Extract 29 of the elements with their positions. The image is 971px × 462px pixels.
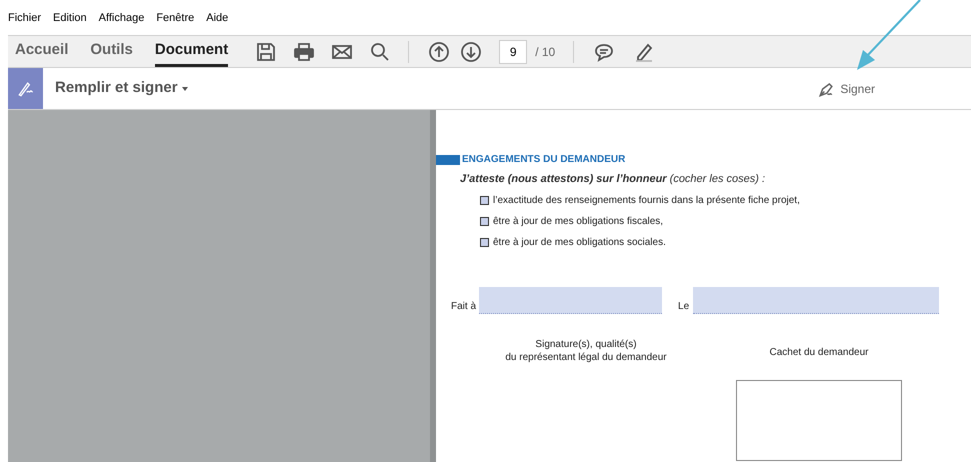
sign-button[interactable]: Signer — [816, 78, 875, 98]
declaration-text: J’atteste (nous attestons) sur l’honneur (cocher les coses) : — [460, 172, 766, 187]
checkbox[interactable] — [480, 196, 489, 204]
tab[interactable]: Accueil — [15, 36, 68, 67]
checkbox[interactable] — [480, 238, 489, 246]
checkbox-label: l’exactitude des renseignements fournis dans la présente fiche projet, — [493, 194, 800, 208]
checkbox-label: être à jour de mes obligations sociales. — [493, 236, 666, 250]
menu-item[interactable]: Aide — [206, 10, 228, 27]
page-count: / 10 — [535, 44, 556, 60]
section-marker — [436, 154, 460, 164]
tab[interactable]: Outils — [90, 36, 133, 67]
menu-item[interactable]: Fenêtre — [156, 10, 194, 27]
place-field[interactable] — [479, 286, 662, 314]
place-label: Fait à — [451, 300, 476, 314]
menu-item[interactable]: Edition — [53, 10, 87, 27]
menu-item[interactable]: Affichage — [98, 10, 144, 27]
stamp-box[interactable] — [736, 380, 902, 460]
checkbox[interactable] — [480, 216, 489, 226]
fill-sign-dropdown[interactable]: Remplir et signer — [55, 77, 188, 100]
tab[interactable]: Document — [154, 36, 228, 67]
date-field[interactable] — [693, 286, 940, 314]
checkbox-label: être à jour de mes obligations fiscales, — [493, 214, 664, 228]
page-field[interactable]: 9 — [499, 40, 528, 64]
section-title: ENGAGEMENTS DU DEMANDEUR — [462, 153, 626, 167]
menu-item[interactable]: Fichier — [8, 10, 42, 27]
stamp-label: Cachet du demandeur — [770, 346, 868, 360]
signature-label: Signature(s), qualité(s) du représentant légal du demandeur — [504, 338, 668, 364]
sign-tool-icon[interactable] — [8, 68, 43, 109]
date-label: Le — [678, 300, 690, 314]
